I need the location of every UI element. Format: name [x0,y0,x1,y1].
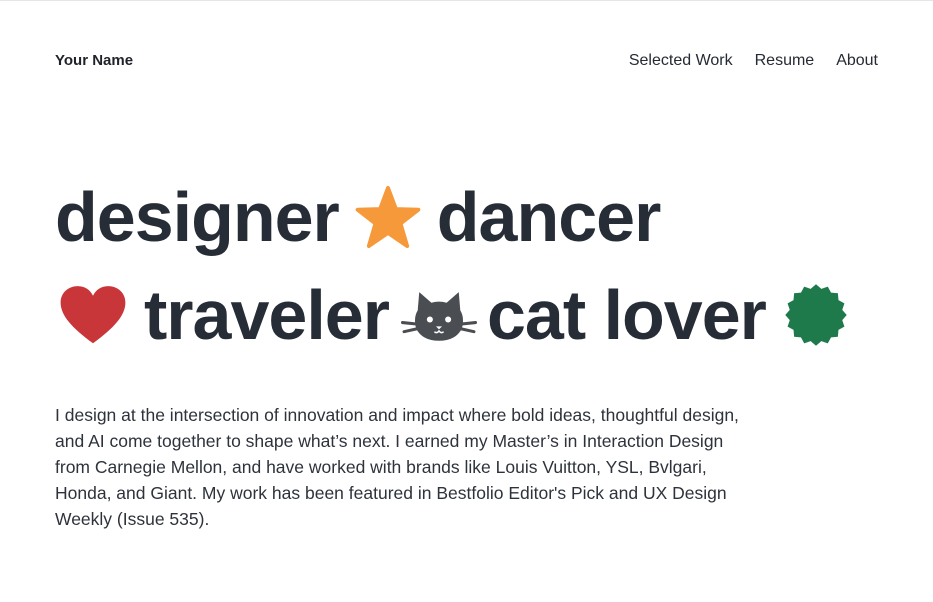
cat-icon [400,288,477,346]
bio-paragraph: I design at the intersection of innovati… [55,405,739,529]
hero-line-1: designer dancer [55,178,662,256]
heart-icon [58,284,128,346]
main-nav: Selected Work Resume About [629,52,878,70]
nav-about[interactable]: About [836,52,878,70]
badge-icon [784,283,848,347]
hero-word-traveler: traveler [144,276,390,354]
nav-resume[interactable]: Resume [755,52,815,70]
hero-word-dancer: dancer [436,178,662,256]
nav-selected-work[interactable]: Selected Work [629,52,733,70]
hero-word-cat-lover: cat lover [486,276,767,354]
top-border [0,0,933,1]
hero-word-designer: designer [55,178,340,256]
hero-line-2: traveler cat lover [58,280,848,350]
star-icon [355,185,421,249]
brand-link[interactable]: Your Name [55,52,133,69]
